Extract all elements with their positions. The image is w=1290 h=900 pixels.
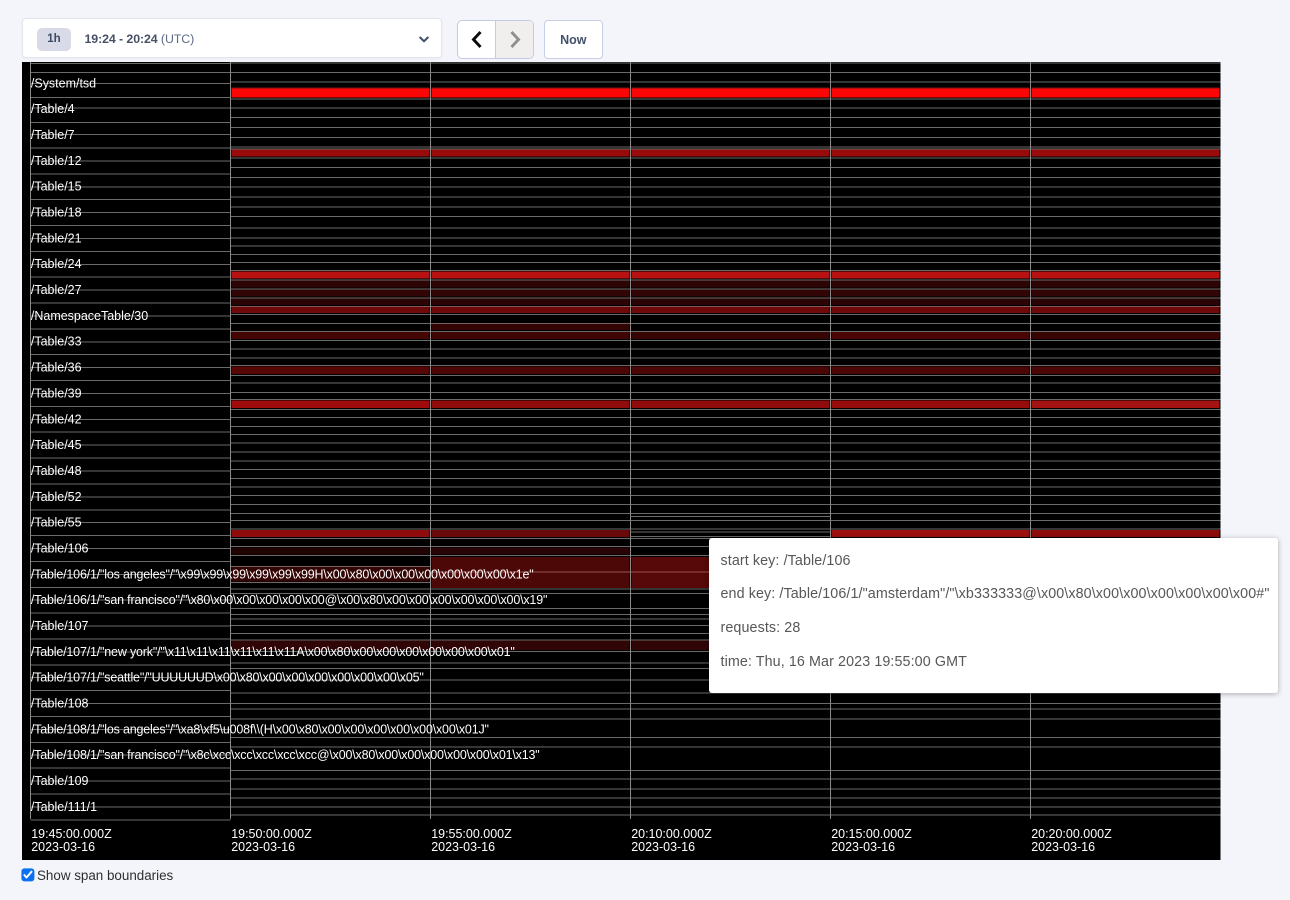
svg-text:/Table/106/1/"san francisco"/": /Table/106/1/"san francisco"/"\x80\x00\x… bbox=[31, 593, 547, 607]
svg-text:2023-03-16: 2023-03-16 bbox=[231, 840, 295, 854]
svg-text:/Table/108/1/"san francisco"/": /Table/108/1/"san francisco"/"\x8c\xcc\x… bbox=[31, 748, 540, 762]
svg-text:/Table/106/1/"los angeles"/"\x: /Table/106/1/"los angeles"/"\x99\x99\x99… bbox=[31, 567, 534, 581]
svg-text:/Table/108: /Table/108 bbox=[31, 696, 89, 710]
svg-text:19:45:00.000Z: 19:45:00.000Z bbox=[31, 826, 112, 840]
svg-text:/Table/18: /Table/18 bbox=[31, 205, 82, 219]
svg-text:/Table/107: /Table/107 bbox=[31, 618, 89, 632]
svg-text:/Table/24: /Table/24 bbox=[31, 257, 82, 271]
svg-text:/Table/48: /Table/48 bbox=[31, 463, 82, 477]
svg-text:/Table/52: /Table/52 bbox=[31, 489, 82, 503]
svg-text:/Table/12: /Table/12 bbox=[31, 153, 82, 167]
svg-text:/Table/36: /Table/36 bbox=[31, 360, 82, 374]
svg-text:/System/tsd: /System/tsd bbox=[31, 76, 96, 90]
svg-text:/NamespaceTable/30: /NamespaceTable/30 bbox=[31, 308, 148, 322]
svg-text:/Table/42: /Table/42 bbox=[31, 412, 82, 426]
svg-text:2023-03-16: 2023-03-16 bbox=[631, 840, 695, 854]
svg-text:/Table/27: /Table/27 bbox=[31, 282, 82, 296]
svg-text:2023-03-16: 2023-03-16 bbox=[431, 840, 495, 854]
svg-text:/Table/107/1/"seattle"/"UUUUUU: /Table/107/1/"seattle"/"UUUUUUD\x00\x80\… bbox=[31, 670, 424, 684]
svg-text:2023-03-16: 2023-03-16 bbox=[31, 840, 95, 854]
svg-text:/Table/4: /Table/4 bbox=[31, 102, 75, 116]
svg-text:/Table/111/1: /Table/111/1 bbox=[31, 799, 97, 813]
svg-text:/Table/55: /Table/55 bbox=[31, 515, 82, 529]
svg-text:/Table/45: /Table/45 bbox=[31, 438, 82, 452]
svg-text:/Table/108/1/"los angeles"/"\x: /Table/108/1/"los angeles"/"\xa8\xf5\u00… bbox=[31, 722, 489, 736]
svg-text:19:50:00.000Z: 19:50:00.000Z bbox=[231, 826, 312, 840]
svg-text:/Table/15: /Table/15 bbox=[31, 179, 82, 193]
svg-text:/Table/107/1/"new york"/"\x11\: /Table/107/1/"new york"/"\x11\x11\x11\x1… bbox=[31, 644, 515, 658]
svg-text:2023-03-16: 2023-03-16 bbox=[831, 840, 895, 854]
svg-text:20:15:00.000Z: 20:15:00.000Z bbox=[831, 826, 912, 840]
svg-text:/Table/106: /Table/106 bbox=[31, 541, 89, 555]
svg-text:20:20:00.000Z: 20:20:00.000Z bbox=[1031, 826, 1112, 840]
svg-text:/Table/21: /Table/21 bbox=[31, 231, 82, 245]
svg-text:20:10:00.000Z: 20:10:00.000Z bbox=[631, 826, 712, 840]
svg-text:19:55:00.000Z: 19:55:00.000Z bbox=[431, 826, 512, 840]
svg-text:/Table/39: /Table/39 bbox=[31, 386, 82, 400]
svg-text:2023-03-16: 2023-03-16 bbox=[1031, 840, 1095, 854]
svg-text:/Table/7: /Table/7 bbox=[31, 127, 75, 141]
svg-text:/Table/109: /Table/109 bbox=[31, 774, 89, 788]
svg-text:/Table/33: /Table/33 bbox=[31, 334, 82, 348]
